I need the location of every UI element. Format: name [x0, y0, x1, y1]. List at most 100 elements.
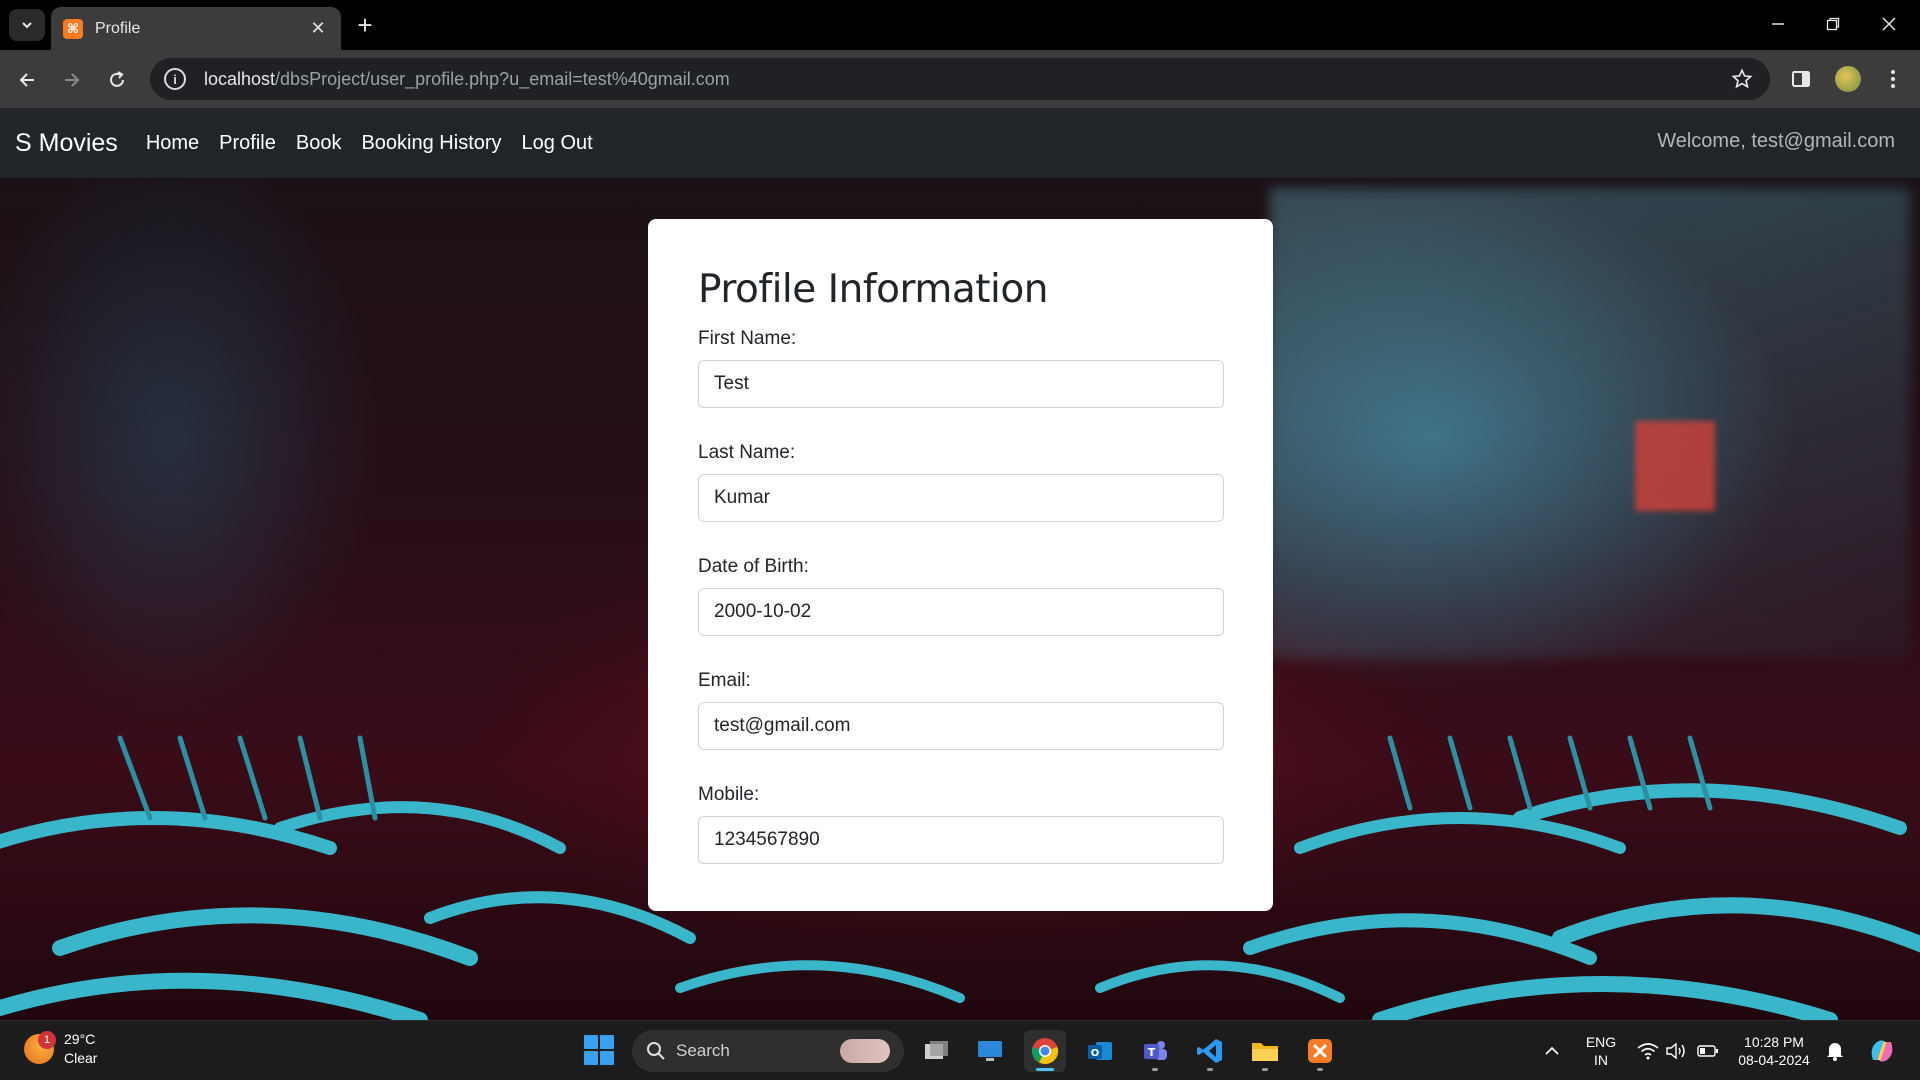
close-icon [1882, 17, 1896, 31]
browser-toolbar: i localhost/dbsProject/user_profile.php?… [0, 50, 1920, 108]
restore-button[interactable] [1811, 8, 1855, 40]
brand-link[interactable]: S Movies [15, 129, 118, 158]
email-label: Email: [698, 670, 751, 691]
wifi-icon[interactable] [1636, 1039, 1660, 1063]
last-name-field[interactable] [698, 474, 1224, 522]
xampp-taskbar-button[interactable] [1299, 1030, 1341, 1072]
browser-menu-button[interactable] [1878, 64, 1908, 94]
volume-icon[interactable] [1664, 1039, 1688, 1063]
reload-button[interactable] [99, 62, 135, 98]
teams-icon: T [1144, 1041, 1167, 1060]
close-tab-icon[interactable]: ✕ [307, 18, 329, 39]
profile-card: Profile Information First Name: Last Nam… [648, 219, 1273, 911]
mobile-label: Mobile: [698, 784, 760, 805]
outlook-taskbar-button[interactable]: O [1079, 1030, 1121, 1072]
arrow-left-icon [19, 73, 34, 87]
url-path: /dbsProject/user_profile.php?u_email=tes… [275, 68, 730, 89]
browser-tab-profile[interactable]: ⌘ Profile ✕ [51, 7, 341, 50]
clock-date: 08-04-2024 [1738, 1052, 1810, 1068]
weather-condition: Clear [64, 1050, 98, 1066]
cinema-background: Profile Information First Name: Last Nam… [0, 178, 1920, 1020]
running-indicator [1207, 1068, 1213, 1071]
chevron-up-icon [1545, 1046, 1559, 1055]
chrome-icon [1031, 1038, 1059, 1065]
back-button[interactable] [9, 62, 45, 98]
profile-title: Profile Information [698, 267, 1048, 312]
file-explorer-taskbar-button[interactable] [1244, 1030, 1286, 1072]
arrow-right-icon [65, 73, 80, 87]
taskbar-search[interactable]: Search [632, 1030, 904, 1072]
site-info-icon[interactable]: i [164, 68, 186, 90]
avatar [1835, 66, 1861, 92]
outlook-icon: O [1088, 1042, 1112, 1060]
show-hidden-icons-button[interactable] [1540, 1039, 1564, 1063]
nav-link-book[interactable]: Book [296, 132, 342, 155]
teams-taskbar-button[interactable]: T [1134, 1030, 1176, 1072]
folder-icon [1252, 1043, 1278, 1061]
weather-text: 29°C Clear [64, 1030, 97, 1068]
nav-link-profile[interactable]: Profile [219, 132, 276, 155]
vscode-icon [1197, 1039, 1222, 1063]
search-highlight-image [840, 1039, 890, 1063]
red-light [1635, 421, 1715, 511]
forward-button[interactable] [54, 62, 90, 98]
task-view-button[interactable] [916, 1030, 958, 1072]
close-window-button[interactable] [1867, 8, 1911, 40]
active-indicator [1036, 1068, 1054, 1071]
windows-start-icon[interactable] [584, 1035, 614, 1065]
running-indicator [1152, 1068, 1158, 1071]
dob-field[interactable] [698, 588, 1224, 636]
task-view-icon [925, 1041, 948, 1059]
desktop-app-button[interactable] [969, 1030, 1011, 1072]
minimize-button[interactable] [1756, 8, 1800, 40]
windows-taskbar: 1 29°C Clear Search O T ENG IN 10:28 PM … [0, 1020, 1920, 1080]
tab-search-button[interactable] [9, 9, 45, 41]
mobile-field[interactable] [698, 816, 1224, 864]
search-icon [647, 1042, 665, 1060]
email-field[interactable] [698, 702, 1224, 750]
nav-link-booking-history[interactable]: Booking History [361, 132, 501, 155]
svg-text:T: T [1148, 1046, 1156, 1059]
side-panel-icon [1792, 71, 1810, 87]
reload-icon [110, 71, 124, 87]
notification-bell-icon[interactable] [1823, 1039, 1847, 1063]
welcome-text: Welcome, test@gmail.com [1657, 130, 1895, 152]
xampp-icon: ⌘ [63, 18, 83, 39]
chrome-taskbar-button[interactable] [1024, 1030, 1066, 1072]
nav-link-log-out[interactable]: Log Out [522, 132, 593, 155]
address-bar[interactable]: i localhost/dbsProject/user_profile.php?… [150, 58, 1770, 100]
running-indicator [1262, 1068, 1268, 1071]
tab-title: Profile [95, 19, 141, 37]
bookmark-star-icon[interactable] [1730, 67, 1754, 91]
weather-temp: 29°C [64, 1031, 96, 1047]
language-indicator[interactable]: ENG IN [1580, 1033, 1622, 1069]
language-code: ENG [1585, 1034, 1617, 1050]
notification-badge: 1 [38, 1031, 56, 1049]
more-vertical-icon [1891, 70, 1895, 88]
restore-icon [1826, 17, 1840, 31]
side-panel-button[interactable] [1786, 64, 1816, 94]
nav-link-home[interactable]: Home [146, 132, 199, 155]
xampp-icon [1308, 1039, 1332, 1063]
first-name-label: First Name: [698, 328, 797, 349]
svg-text:O: O [1091, 1048, 1100, 1059]
battery-icon[interactable] [1696, 1039, 1720, 1063]
new-tab-button[interactable]: + [350, 10, 380, 40]
first-name-field[interactable] [698, 360, 1224, 408]
dob-label: Date of Birth: [698, 556, 809, 577]
running-indicator [1317, 1068, 1323, 1071]
minimize-icon [1772, 23, 1784, 25]
site-navbar: S Movies Home Profile Book Booking Histo… [0, 108, 1920, 178]
monitor-icon [978, 1041, 1002, 1061]
region-code: IN [1594, 1052, 1608, 1068]
clock-time: 10:28 PM [1744, 1034, 1804, 1050]
clock[interactable]: 10:28 PM 08-04-2024 [1732, 1033, 1816, 1069]
weather-widget[interactable]: 1 29°C Clear [24, 1030, 97, 1068]
vscode-taskbar-button[interactable] [1189, 1030, 1231, 1072]
copilot-icon[interactable] [1866, 1035, 1898, 1067]
chevron-down-icon [22, 22, 32, 29]
url-host: localhost [204, 68, 276, 89]
search-label: Search [676, 1041, 730, 1060]
url-text: localhost/dbsProject/user_profile.php?u_… [204, 69, 730, 90]
profile-avatar-button[interactable] [1833, 64, 1863, 94]
